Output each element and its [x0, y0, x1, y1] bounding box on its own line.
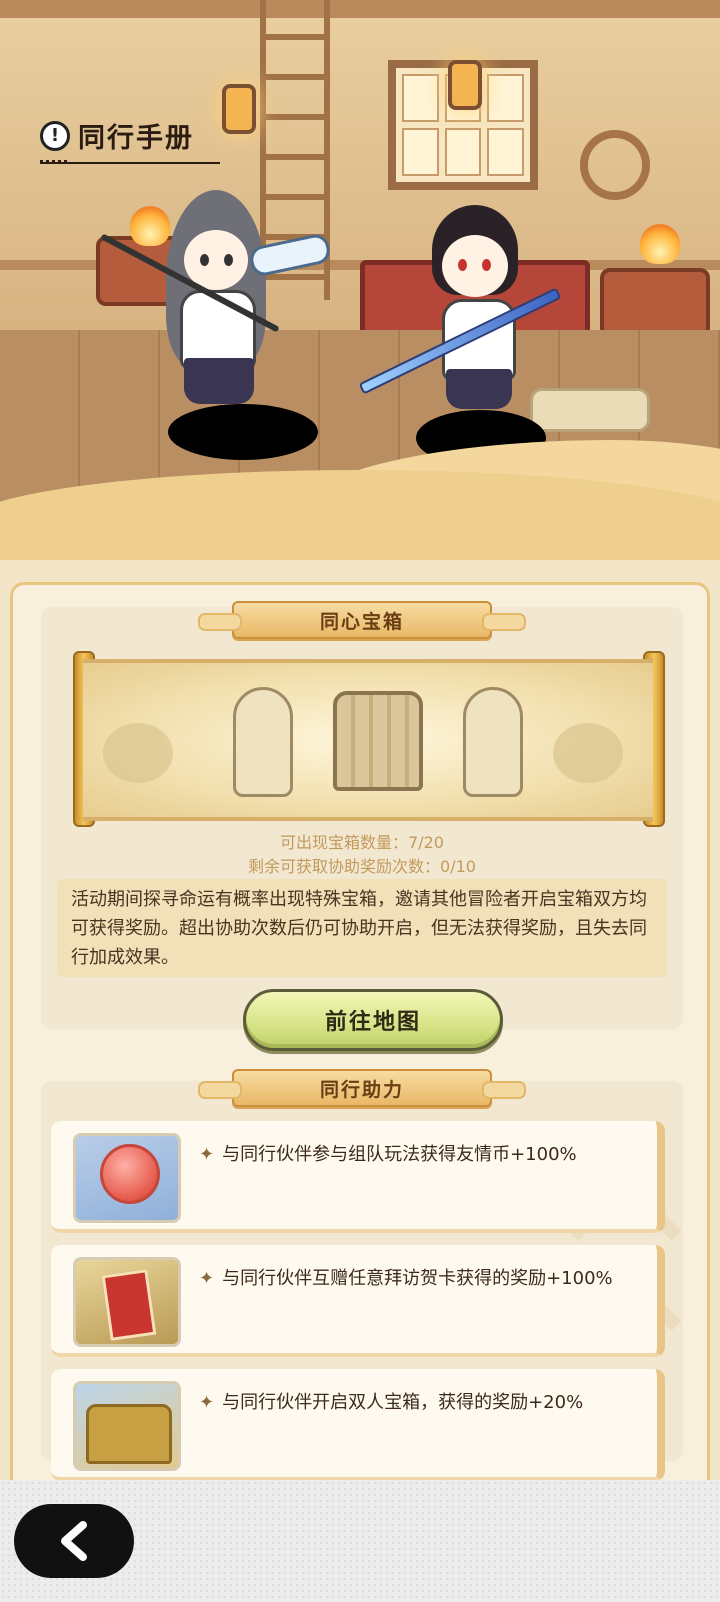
character-left[interactable] [100, 190, 333, 430]
scenery-bush-right [553, 723, 623, 783]
treasure-chest-icon [333, 691, 423, 791]
wall-wheel [580, 130, 650, 200]
character-left-shadow [168, 404, 318, 460]
go-to-map-button[interactable]: 前往地图 [243, 989, 503, 1051]
assist-remaining-stat: 剩余可获取协助奖励次数：0/10 [248, 857, 476, 876]
bonus-item: ✦ 与同行伙伴参与组队玩法获得友情币+100% [51, 1121, 665, 1233]
sparkle-icon: ✦ [199, 1392, 215, 1413]
hanging-lantern-left [222, 84, 256, 134]
character-right[interactable] [358, 205, 570, 435]
page-title-text: 同行手册 [78, 123, 194, 154]
sparkle-icon: ✦ [199, 1144, 215, 1165]
chest-scroll-illustration [83, 659, 653, 821]
chest-description: 活动期间探寻命运有概率出现特殊宝箱，邀请其他冒险者开启宝箱双方均可获得奖励。超出… [57, 879, 667, 977]
sand-dune-front [0, 470, 720, 560]
treasure-chest-icon [73, 1381, 181, 1471]
chest-count-stat: 可出现宝箱数量：7/20 [280, 833, 444, 852]
bonus-item-text: 与同行伙伴开启双人宝箱，获得的奖励+20% [222, 1392, 584, 1413]
assist-section: 同行助力 ✦ 与同行伙伴参与组队玩法获得友情币+100% ✦ 与同行伙伴互赠任意拜访… [41, 1069, 683, 1481]
main-panel: 同心宝箱 可出现宝箱数量：7/20 剩余可获取协助奖励次数：0/10 活动期间探… [10, 582, 710, 1602]
back-button[interactable] [14, 1504, 134, 1578]
sketch-figure-right [463, 687, 523, 797]
ceiling-beam [0, 0, 720, 18]
page-title: ! 同行手册 [40, 116, 194, 155]
greeting-card-icon [73, 1257, 181, 1347]
chest-section-ribbon: 同心宝箱 [198, 601, 526, 639]
bonus-item: ✦ 与同行伙伴互赠任意拜访贺卡获得的奖励+100% [51, 1245, 665, 1357]
chest-section: 同心宝箱 可出现宝箱数量：7/20 剩余可获取协助奖励次数：0/10 活动期间探… [41, 601, 683, 1051]
sketch-figure-left [233, 687, 293, 797]
bonus-item-text: 与同行伙伴参与组队玩法获得友情币+100% [222, 1144, 577, 1165]
title-underline [40, 158, 220, 164]
bottom-nav-bar [0, 1480, 720, 1602]
hanging-lantern-right [448, 60, 482, 110]
stove-right [600, 268, 710, 338]
sparkle-icon: ✦ [199, 1268, 215, 1289]
exclamation-circle-icon[interactable]: ! [40, 120, 70, 151]
fire-right [640, 224, 680, 264]
friendship-coin-icon [73, 1133, 181, 1223]
assist-section-ribbon: 同行助力 [198, 1069, 526, 1107]
bonus-item-text: 与同行伙伴互赠任意拜访贺卡获得的奖励+100% [222, 1268, 613, 1289]
scenery-bush-left [103, 723, 173, 783]
hero-scene [0, 0, 720, 560]
chevron-left-icon [61, 1521, 87, 1561]
bonus-item: ✦ 与同行伙伴开启双人宝箱，获得的奖励+20% [51, 1369, 665, 1481]
